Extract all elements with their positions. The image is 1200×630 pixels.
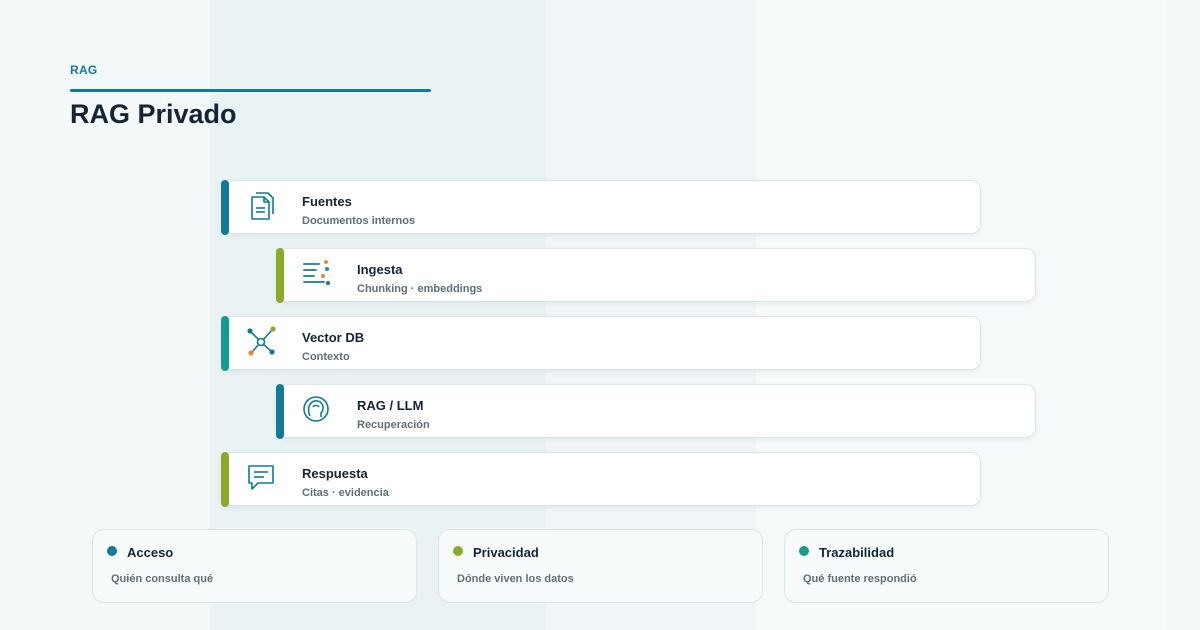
pillar-card-trazabilidad: Trazabilidad Qué fuente respondió bbox=[784, 529, 1109, 603]
step-accent-bar bbox=[220, 315, 229, 371]
pillar-title: Acceso bbox=[127, 545, 174, 560]
step-title: Respuesta bbox=[302, 466, 368, 481]
documents-icon bbox=[244, 188, 278, 222]
pillar-dot bbox=[453, 546, 463, 556]
llm-head-icon bbox=[299, 392, 333, 426]
pillar-subtitle: Qué fuente respondió bbox=[803, 573, 917, 585]
step-title: Fuentes bbox=[302, 194, 352, 209]
pillar-subtitle: Quién consulta qué bbox=[111, 573, 214, 585]
pillar-card-privacidad: Privacidad Dónde viven los datos bbox=[438, 529, 763, 603]
step-accent-bar bbox=[275, 247, 284, 303]
ingest-lines-icon bbox=[299, 256, 333, 290]
step-title: Vector DB bbox=[302, 330, 365, 345]
step-subtitle: Documentos internos bbox=[302, 215, 416, 227]
step-accent-bar bbox=[220, 451, 229, 507]
pipeline-step-ingesta: Ingesta Chunking · embeddings bbox=[275, 247, 1036, 303]
pillar-dot bbox=[107, 546, 117, 556]
step-subtitle: Contexto bbox=[302, 351, 350, 363]
vector-graph-icon bbox=[244, 324, 278, 358]
pillar-title: Privacidad bbox=[473, 545, 539, 560]
pipeline-step-respuesta: Respuesta Citas · evidencia bbox=[220, 451, 981, 507]
step-accent-bar bbox=[275, 383, 284, 439]
page-title: RAG Privado bbox=[70, 99, 237, 129]
step-subtitle: Chunking · embeddings bbox=[357, 283, 483, 295]
pillar-title: Trazabilidad bbox=[819, 545, 895, 560]
pipeline-step-fuentes: Fuentes Documentos internos bbox=[220, 179, 981, 235]
section-kicker: RAG bbox=[70, 63, 98, 77]
pipeline-step-rag-llm: RAG / LLM Recuperación bbox=[275, 383, 1036, 439]
pillar-subtitle: Dónde viven los datos bbox=[457, 573, 574, 585]
step-subtitle: Recuperación bbox=[357, 419, 430, 431]
step-title: Ingesta bbox=[357, 262, 403, 277]
pipeline-step-vector-db: Vector DB Contexto bbox=[220, 315, 981, 371]
title-rule bbox=[70, 89, 431, 92]
step-accent-bar bbox=[220, 179, 229, 235]
pillar-dot bbox=[799, 546, 809, 556]
step-subtitle: Citas · evidencia bbox=[302, 487, 389, 499]
step-title: RAG / LLM bbox=[357, 398, 424, 413]
pillar-card-acceso: Acceso Quién consulta qué bbox=[92, 529, 417, 603]
chat-bubble-icon bbox=[244, 460, 278, 494]
